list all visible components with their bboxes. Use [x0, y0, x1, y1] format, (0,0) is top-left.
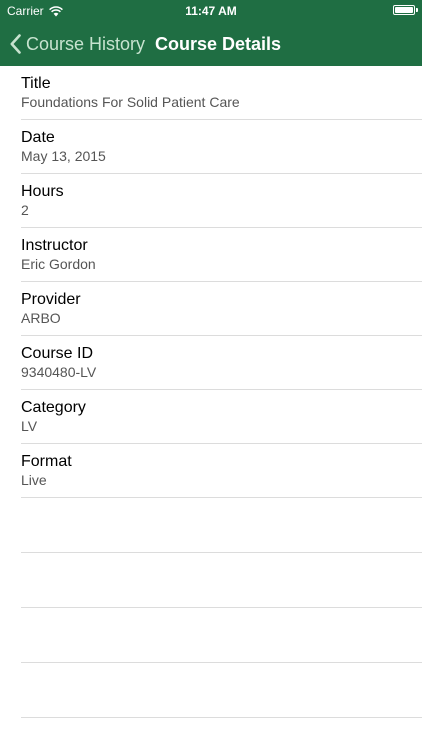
detail-label: Title [21, 75, 51, 92]
detail-label: Provider [21, 291, 81, 308]
detail-label: Date [21, 129, 55, 146]
battery-icon [393, 5, 415, 15]
detail-value: Foundations For Solid Patient Care [21, 94, 240, 110]
chevron-left-icon [10, 34, 21, 54]
detail-row-date: Date May 13, 2015 [21, 120, 422, 174]
status-bar: Carrier 11:47 AM [0, 0, 422, 22]
back-button-label: Course History [26, 33, 146, 54]
detail-row-instructor: Instructor Eric Gordon [21, 228, 422, 282]
empty-row [21, 608, 422, 663]
detail-label: Instructor [21, 237, 88, 254]
detail-value: May 13, 2015 [21, 148, 106, 164]
detail-label: Hours [21, 183, 64, 200]
app-header: Carrier 11:47 AM Course History Course D… [0, 0, 422, 66]
detail-row-hours: Hours 2 [21, 174, 422, 228]
detail-value: Eric Gordon [21, 256, 96, 272]
page-title: Course Details [155, 34, 282, 54]
empty-row [21, 663, 422, 718]
status-time: 11:47 AM [185, 4, 237, 18]
detail-value: LV [21, 418, 38, 434]
detail-label: Format [21, 453, 72, 470]
battery-tip [416, 8, 418, 12]
detail-row-format: Format Live [21, 444, 422, 498]
detail-row-category: Category LV [21, 390, 422, 444]
detail-value: 2 [21, 202, 29, 218]
course-details-list[interactable]: Title Foundations For Solid Patient Care… [0, 66, 422, 750]
empty-row [21, 553, 422, 608]
detail-value: ARBO [21, 310, 61, 326]
detail-label: Category [21, 399, 86, 416]
detail-row-course-id: Course ID 9340480-LV [21, 336, 422, 390]
detail-value: 9340480-LV [21, 364, 97, 380]
back-button[interactable]: Course History [10, 22, 145, 66]
detail-label: Course ID [21, 345, 94, 362]
detail-row-provider: Provider ARBO [21, 282, 422, 336]
detail-value: Live [21, 472, 47, 488]
empty-row [21, 498, 422, 553]
navigation-bar: Course History Course Details [0, 22, 422, 66]
battery-level [395, 7, 413, 13]
detail-row-title: Title Foundations For Solid Patient Care [21, 66, 422, 120]
